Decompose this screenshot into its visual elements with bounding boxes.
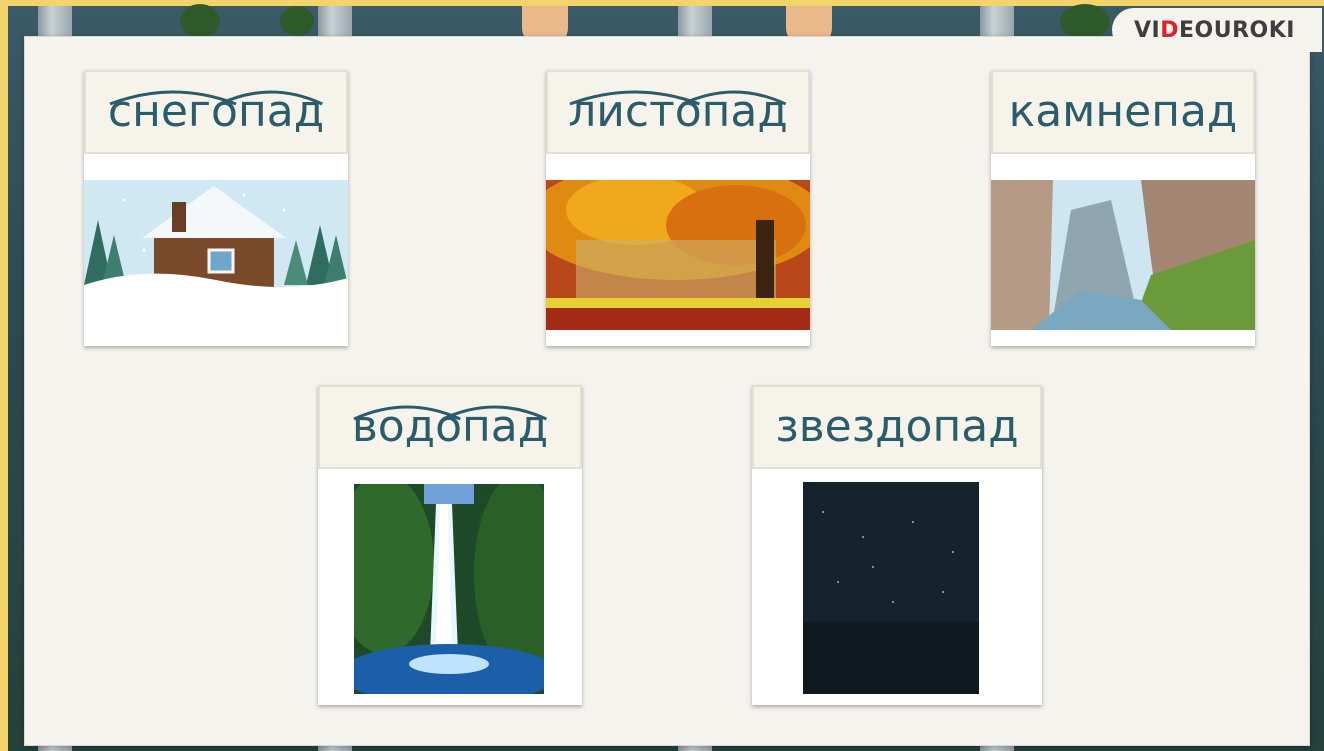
word-text: снегопад <box>107 86 325 137</box>
word-card-kamnepad: камнепад <box>991 70 1255 346</box>
word-label: листопад <box>546 70 810 154</box>
lesson-slide: VI D EOUROKI снегопад листопад камнепад … <box>0 0 1324 751</box>
logo-text: VI <box>1134 17 1161 43</box>
root-arcs <box>109 90 323 106</box>
root-arc <box>682 90 787 106</box>
root-arcs <box>353 405 547 421</box>
root-arc <box>569 90 701 106</box>
word-text: листопад <box>568 86 788 137</box>
word-card-listopad: листопад <box>546 70 810 346</box>
background-foliage <box>280 6 314 36</box>
waterfall-image <box>354 484 544 694</box>
word-text: звездопад <box>775 401 1019 452</box>
word-card-vodopad: водопад <box>318 385 582 705</box>
root-arc <box>109 90 237 106</box>
word-card-snegopad: снегопад <box>84 70 348 346</box>
background-foliage <box>180 4 220 38</box>
root-arc <box>442 405 547 421</box>
word-text: камнепад <box>1008 86 1238 137</box>
logo-text-accent: D <box>1160 17 1179 43</box>
word-label: снегопад <box>84 70 348 154</box>
background-foliage <box>1060 4 1110 40</box>
root-arc <box>219 90 323 106</box>
word-card-zvezdopad: звездопад <box>752 385 1042 705</box>
root-arcs <box>569 90 787 106</box>
word-label: камнепад <box>991 70 1255 154</box>
word-text: водопад <box>351 401 549 452</box>
word-label: водопад <box>318 385 582 469</box>
night-sky-image <box>803 482 979 694</box>
videouroki-logo: VI D EOUROKI <box>1112 8 1322 52</box>
rocky-canyon-image <box>991 180 1255 330</box>
autumn-tree-image <box>546 180 810 330</box>
word-label: звездопад <box>752 385 1042 469</box>
root-arc <box>353 405 461 421</box>
winter-house-image <box>84 180 348 330</box>
logo-text: EOUROKI <box>1178 17 1295 43</box>
